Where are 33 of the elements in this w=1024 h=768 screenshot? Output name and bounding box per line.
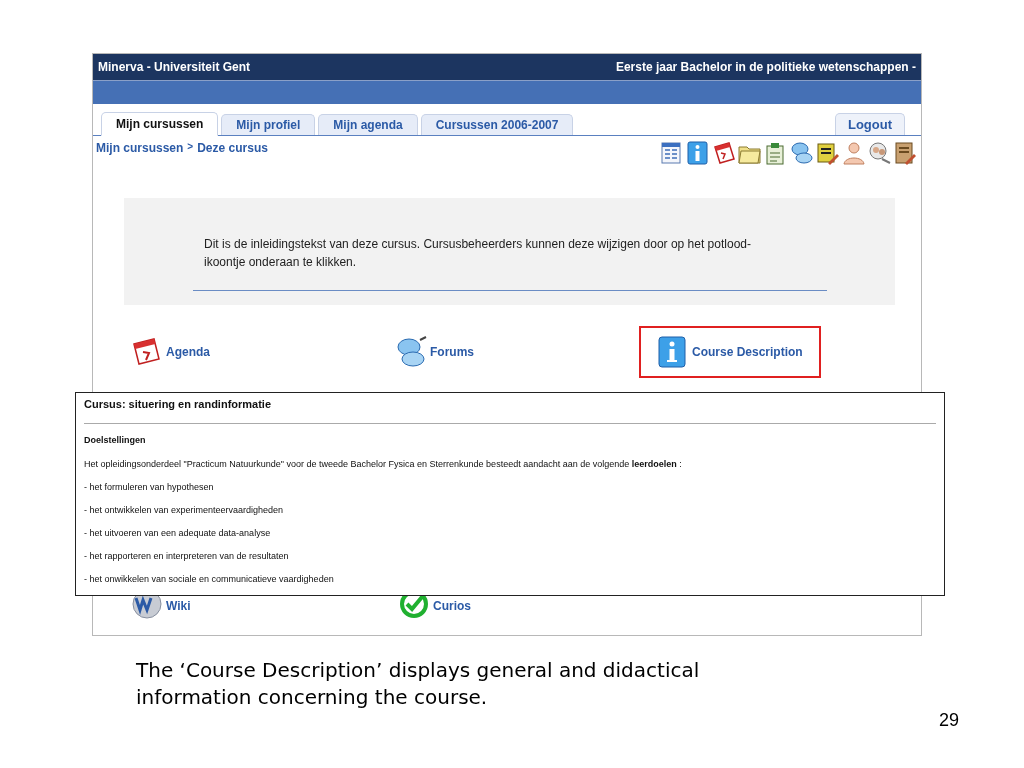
tab[interactable]: Mijn agenda bbox=[318, 114, 418, 135]
tool-link[interactable]: Agenda bbox=[129, 334, 212, 370]
objective-item: - het ontwikkelen van experimenteervaardigheden bbox=[84, 505, 285, 516]
tab[interactable]: Mijn cursussen bbox=[101, 112, 219, 136]
edit-icon[interactable] bbox=[893, 141, 918, 165]
table-icon[interactable] bbox=[659, 141, 684, 165]
tool-link[interactable]: Forums bbox=[393, 334, 476, 370]
logout-tab[interactable]: Logout bbox=[834, 113, 905, 135]
program-title: Eerste jaar Bachelor in de politieke wetenschappen - bbox=[615, 59, 916, 76]
objective-item: - het formuleren van hypothesen bbox=[84, 482, 215, 493]
objective-item: - het rapporteren en interpreteren van de resultaten bbox=[84, 551, 290, 562]
tool-link[interactable]: Course Description bbox=[639, 326, 821, 378]
note-pencil-icon[interactable] bbox=[815, 141, 840, 165]
objective-item: - het onwikkelen van sociale en communicatieve vaardigheden bbox=[84, 574, 335, 585]
objective-item: - het uitvoeren van een adequate data-analyse bbox=[84, 528, 272, 539]
popup-paragraph: Het opleidingsonderdeel "Practicum Natuurkunde" voor de tweede Bachelor Fysica en Sterrenkunde besteedt aandacht aan de volgende leerdoelen : bbox=[84, 459, 683, 470]
calendar-icon[interactable] bbox=[711, 141, 736, 165]
popup-title: Cursus: situering en randinformatie bbox=[84, 397, 273, 412]
forum-icon[interactable] bbox=[789, 141, 814, 165]
tab[interactable]: Cursussen 2006-2007 bbox=[420, 114, 574, 135]
tab[interactable]: Mijn profiel bbox=[221, 114, 316, 135]
intro-text: Dit is de inleidingstekst van deze cursus. Cursusbeheerders kunnen deze wijzigen door op het potlood-ikoontje onderaan te klikken. bbox=[204, 236, 752, 271]
window-title: Minerva - Universiteit Gent bbox=[98, 59, 251, 76]
info-icon[interactable] bbox=[685, 141, 710, 165]
breadcrumb-link[interactable]: Deze cursus bbox=[197, 139, 268, 157]
section-heading: Doelstellingen bbox=[84, 433, 147, 447]
info-icon bbox=[657, 336, 689, 368]
page-number: 29 bbox=[939, 709, 960, 732]
forum-icon bbox=[395, 336, 427, 368]
calendar-icon bbox=[131, 336, 163, 368]
breadcrumb-link[interactable]: Mijn cursussen bbox=[96, 139, 184, 157]
slide-caption: The ‘Course Description’ displays general and didactical information concerning the course. bbox=[136, 657, 701, 711]
breadcrumb-separator: > bbox=[187, 140, 194, 154]
